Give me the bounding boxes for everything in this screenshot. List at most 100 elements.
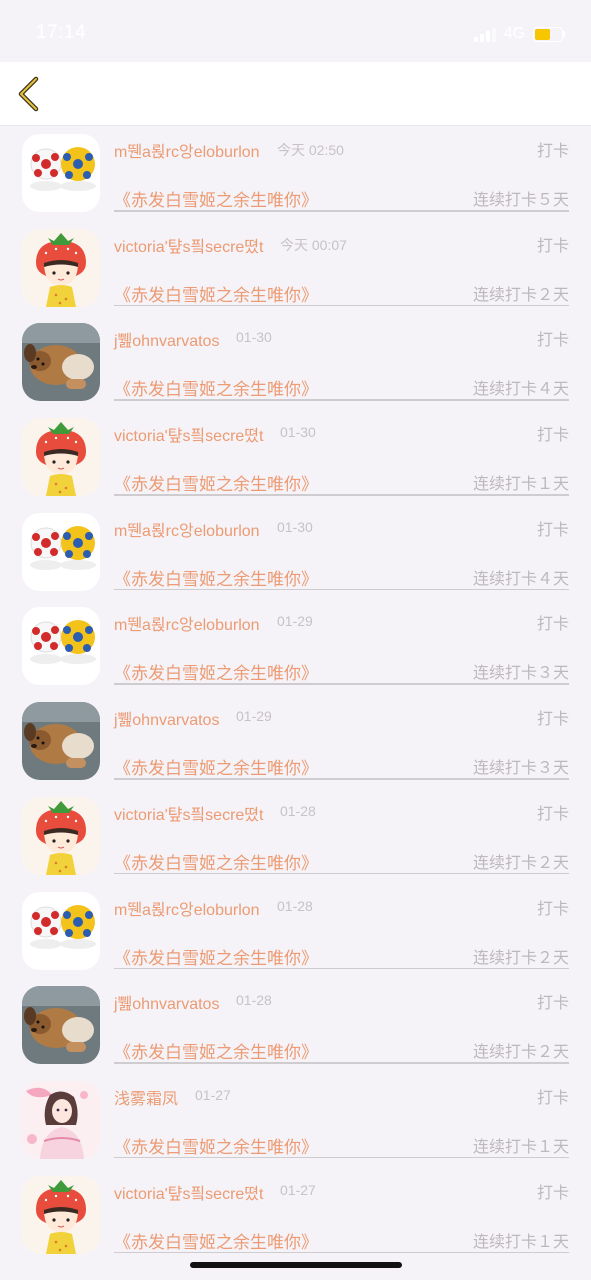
timestamp: 01-27 (195, 1086, 231, 1103)
avatar[interactable] (22, 986, 100, 1065)
battery-icon (533, 26, 563, 42)
timestamp: 今天 00:07 (280, 236, 347, 253)
timestamp: 01-29 (277, 613, 313, 630)
book-title-link[interactable]: 《赤发白雪姬之余生唯你》 (114, 1228, 318, 1253)
username[interactable]: m뛘a뢵rc앙eloburlon (114, 138, 260, 162)
list-item[interactable]: victoria'턒s픸secre뗬t 01-28 打卡 《赤发白雪姬之余生唯你》 连续… (0, 789, 591, 884)
checkin-label: 打卡 (536, 614, 569, 634)
avatar[interactable] (22, 891, 100, 970)
book-title-link[interactable]: 《赤发白雪姬之余生唯你》 (114, 754, 318, 779)
divider (114, 683, 569, 685)
divider (114, 304, 569, 307)
list-item[interactable]: m뛘a뢵rc앙eloburlon 01-29 打卡《赤发白雪姬之余生唯你》 连续打卡３… (0, 599, 591, 694)
book-title-link[interactable]: 《赤发白雪姬之余生唯你》 (114, 470, 318, 495)
streak-label: 连续打卡２天 (472, 947, 569, 967)
list-item[interactable]: j쀒ohnvarvatos 01-30 打卡《赤发白雪姬之余生唯你》 连续打卡４天 (0, 315, 591, 410)
avatar[interactable] (22, 228, 100, 307)
list-item[interactable]: victoria'턒s픸secre뗬t 01-30 打卡《赤发白雪姬之余生唯你》 连续… (0, 410, 591, 505)
checkin-label: 打卡 (536, 993, 569, 1013)
list-item[interactable]: j쀒ohnvarvatos 01-29 打卡《赤发白雪姬之余生唯你》 连续打卡３天 (0, 694, 591, 789)
avatar[interactable] (22, 702, 100, 781)
divider (114, 1251, 569, 1254)
checkin-list: m뛘a뢵rc앙eloburlon 今天 02:50 打卡 《赤发白雪姬之余生唯你》 连续… (0, 126, 591, 1262)
divider (114, 399, 569, 401)
book-title-link[interactable]: 《赤发白雪姬之余生唯你》 (114, 1038, 318, 1063)
chevron-left-icon (18, 76, 39, 112)
streak-label: 连续打卡１天 (472, 1136, 569, 1156)
book-title-link[interactable]: 《赤发白雪姬之余生唯你》 (114, 849, 318, 874)
username[interactable]: j쀒ohnvarvatos (114, 327, 219, 351)
divider (114, 588, 569, 591)
streak-label: 连续打卡２天 (472, 1042, 569, 1062)
streak-label: 连续打卡２天 (472, 284, 569, 304)
checkin-label: 打卡 (536, 235, 569, 255)
list-item[interactable]: m뛘a뢵rc앙eloburlon 今天 02:50 打卡《赤发白雪姬之余生唯你》 连续… (0, 126, 591, 221)
checkin-label: 打卡 (536, 898, 569, 918)
timestamp: 01-30 (277, 518, 313, 535)
username[interactable]: j쀒ohnvarvatos (114, 706, 219, 730)
username[interactable]: m뛘a뢵rc앙eloburlon (114, 611, 260, 635)
list-item[interactable]: victoria'턒s픸secre뗬t 今天 00:07 打卡《赤发白雪姬之余生唯你… (0, 221, 591, 316)
status-indicators: 4G (473, 24, 565, 44)
list-item[interactable]: 浅雾霜凤 01-27 打卡 《赤发白雪姬之余生唯你》 连续打卡１天 (0, 1073, 591, 1168)
timestamp: 01-30 (280, 424, 316, 441)
list-item[interactable]: m뛘a뢵rc앙eloburlon 01-30 打卡《赤发白雪姬之余生唯你》 连续打卡４… (0, 505, 591, 600)
streak-label: 连续打卡１天 (472, 474, 569, 494)
streak-label: 连续打卡２天 (472, 852, 569, 872)
streak-label: 连续打卡３天 (472, 663, 569, 683)
book-title-link[interactable]: 《赤发白雪姬之余生唯你》 (114, 281, 318, 306)
book-title-link[interactable]: 《赤发白雪姬之余生唯你》 (114, 375, 318, 400)
timestamp: 01-28 (236, 992, 272, 1009)
username[interactable]: victoria'턒s픸secre뗬t (114, 422, 263, 446)
streak-label: 连续打卡３天 (472, 758, 569, 778)
divider (114, 872, 569, 875)
streak-label: 连续打卡５天 (472, 190, 569, 209)
avatar[interactable] (22, 1175, 100, 1254)
username[interactable]: j쀒ohnvarvatos (114, 990, 219, 1014)
streak-label: 连续打卡４天 (472, 379, 569, 399)
checkin-label: 打卡 (536, 141, 569, 160)
avatar[interactable] (22, 1080, 100, 1159)
divider (114, 1062, 569, 1064)
username[interactable]: victoria'턒s픸secre뗬t (114, 801, 263, 825)
username[interactable]: m뛘a뢵rc앙eloburlon (114, 896, 260, 920)
timestamp: 今天 02:50 (277, 142, 344, 158)
book-title-link[interactable]: 《赤发白雪姬之余生唯你》 (114, 565, 318, 590)
avatar[interactable] (22, 418, 100, 497)
book-title-link[interactable]: 《赤发白雪姬之余生唯你》 (114, 944, 318, 969)
streak-label: 连续打卡１天 (472, 1231, 569, 1251)
username[interactable]: victoria'턒s픸secre뗬t (114, 1180, 263, 1204)
username[interactable]: m뛘a뢵rc앙eloburlon (114, 517, 260, 541)
list-item[interactable]: m뛘a뢵rc앙eloburlon 01-28 打卡《赤发白雪姬之余生唯你》 连续打卡２… (0, 884, 591, 979)
back-button[interactable] (10, 74, 46, 114)
book-title-link[interactable]: 《赤发白雪姬之余生唯你》 (114, 1133, 318, 1158)
divider (114, 778, 569, 780)
divider (114, 967, 569, 969)
avatar[interactable] (22, 796, 100, 875)
list-item[interactable]: victoria'턒s픸secre뗬t 01-27 打卡《赤发白雪姬之余生唯你》 连续… (0, 1168, 591, 1263)
timestamp: 01-29 (236, 708, 272, 725)
list-item[interactable]: j쀒ohnvarvatos 01-28 打卡《赤发白雪姬之余生唯你》 连续打卡２天 (0, 978, 591, 1073)
signal-icon (473, 26, 496, 42)
avatar[interactable] (22, 512, 100, 591)
username[interactable]: victoria'턒s픸secre뗬t (114, 233, 263, 257)
streak-label: 连续打卡４天 (472, 568, 569, 588)
divider (114, 210, 569, 212)
avatar[interactable] (22, 607, 100, 686)
nav-bar (0, 62, 591, 126)
divider (114, 1156, 569, 1159)
checkin-label: 打卡 (536, 425, 569, 445)
timestamp: 01-27 (280, 1181, 316, 1198)
book-title-link[interactable]: 《赤发白雪姬之余生唯你》 (114, 659, 318, 684)
status-bar: 17:14 4G (0, 0, 591, 62)
avatar[interactable] (22, 134, 100, 212)
checkin-label: 打卡 (536, 330, 569, 350)
timestamp: 01-30 (236, 329, 272, 346)
book-title-link[interactable]: 《赤发白雪姬之余生唯你》 (114, 186, 318, 211)
checkin-label: 打卡 (536, 1182, 569, 1202)
timestamp: 01-28 (277, 897, 313, 914)
checkin-label: 打卡 (536, 709, 569, 729)
avatar[interactable] (22, 323, 100, 402)
checkin-label: 打卡 (536, 519, 569, 539)
username[interactable]: 浅雾霜凤 (114, 1085, 178, 1109)
